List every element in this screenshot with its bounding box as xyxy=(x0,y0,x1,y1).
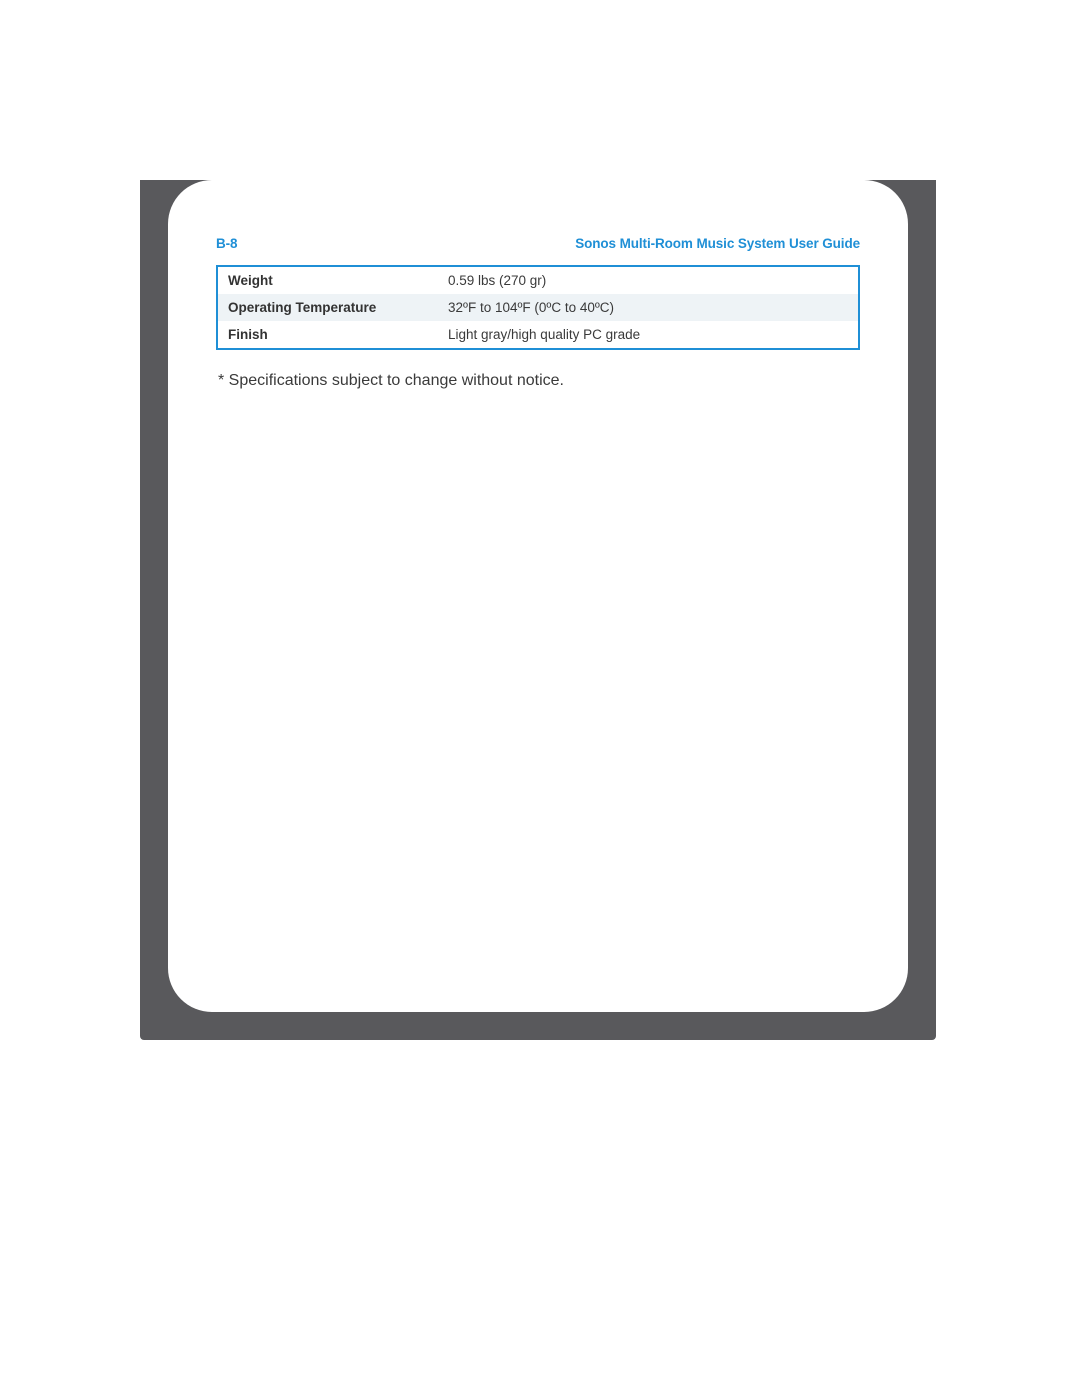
spec-value: 0.59 lbs (270 gr) xyxy=(438,266,859,294)
table-row: Weight 0.59 lbs (270 gr) xyxy=(217,266,859,294)
document-title: Sonos Multi-Room Music System User Guide xyxy=(575,236,860,251)
spec-value: Light gray/high quality PC grade xyxy=(438,321,859,349)
page-header: B-8 Sonos Multi-Room Music System User G… xyxy=(216,236,860,251)
table-row: Operating Temperature 32ºF to 104ºF (0ºC… xyxy=(217,294,859,321)
page-content: B-8 Sonos Multi-Room Music System User G… xyxy=(168,180,908,1012)
page-frame: B-8 Sonos Multi-Room Music System User G… xyxy=(140,180,936,1040)
table-row: Finish Light gray/high quality PC grade xyxy=(217,321,859,349)
page-number-label: B-8 xyxy=(216,236,237,251)
document-canvas: B-8 Sonos Multi-Room Music System User G… xyxy=(0,0,1080,1397)
specifications-table: Weight 0.59 lbs (270 gr) Operating Tempe… xyxy=(216,265,860,350)
spec-label: Weight xyxy=(217,266,438,294)
footnote-text: * Specifications subject to change witho… xyxy=(216,372,860,390)
spec-value: 32ºF to 104ºF (0ºC to 40ºC) xyxy=(438,294,859,321)
spec-label: Operating Temperature xyxy=(217,294,438,321)
spec-label: Finish xyxy=(217,321,438,349)
